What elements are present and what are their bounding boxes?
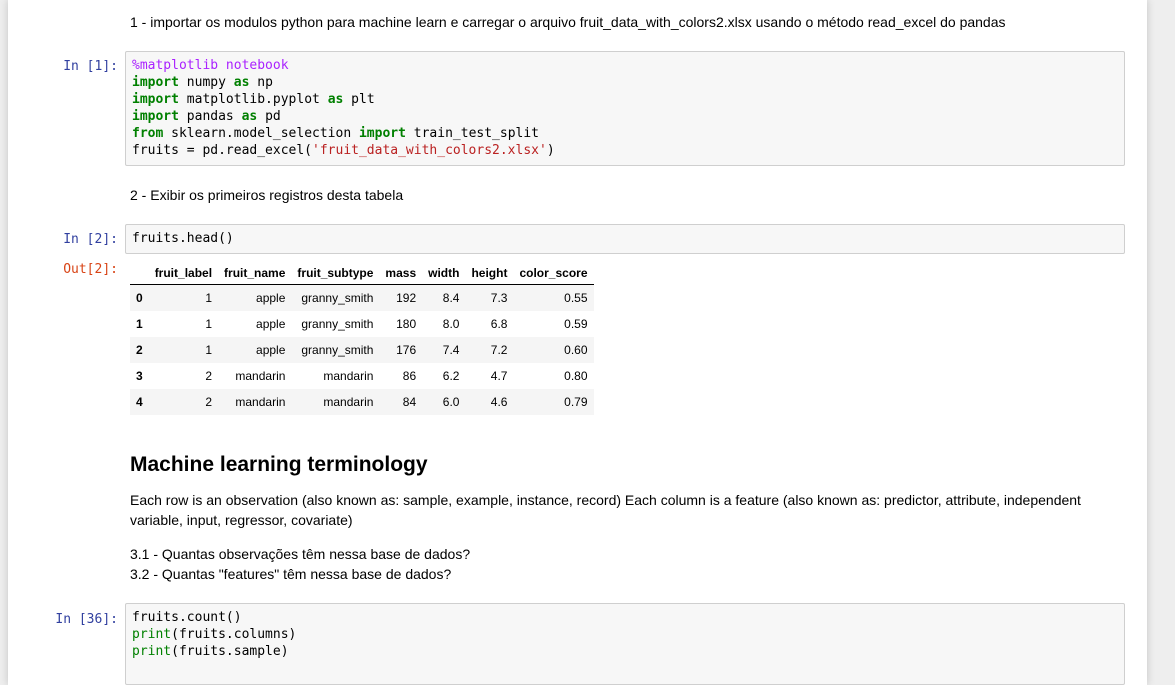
question-line: 3.2 - Quantas "features" têm nessa base … [130,566,452,582]
table-cell: mandarin [323,369,374,383]
table-cell: 1 [205,343,213,357]
table-header: color_score [513,262,594,285]
table-cell: granny_smith [301,317,374,331]
table-cell: mandarin [323,395,374,409]
code-line: from sklearn.model_selection import trai… [132,126,540,141]
table-cell: 0.60 [564,343,588,357]
table-cell: 7.2 [490,343,508,357]
table-row: 2 1 apple granny_smith 176 7.4 7.2 0.60 [130,337,594,363]
code-line: import numpy as np [132,75,273,90]
code-line: print(fruits.columns) [132,627,297,642]
markdown-cell-terminology: Each row is an observation (also known a… [130,492,1081,528]
row-index: 2 [136,343,143,357]
question-line: 3.1 - Quantas observações têm nessa base… [130,546,471,562]
markdown-cell-intro: 1 - importar os modulos python para mach… [130,14,1006,30]
table-cell: apple [256,343,286,357]
table-row: 0 1 apple granny_smith 192 8.4 7.3 0.55 [130,284,594,311]
code-cell-2[interactable]: fruits.head() [125,224,1125,254]
table-cell: 0.80 [564,369,588,383]
table-cell: 0.55 [564,291,588,305]
row-index: 0 [136,291,143,305]
table-cell: 2 [205,369,213,383]
table-cell: mandarin [235,369,286,383]
code-line: fruits.head() [132,231,234,246]
input-prompt-2: In [2]: [63,232,118,247]
table-cell: 7.4 [442,343,460,357]
table-header: height [465,262,514,285]
code-line: import matplotlib.pyplot as plt [132,92,375,107]
table-header: fruit_subtype [291,262,380,285]
dataframe-table: fruit_label fruit_name fruit_subtype mas… [130,262,594,415]
input-prompt-1: In [1]: [63,59,118,74]
table-cell: 6.0 [442,395,460,409]
table-cell: 180 [396,317,417,331]
code-cell-1[interactable]: %matplotlib notebook import numpy as np im… [125,51,1125,166]
table-row: 3 2 mandarin mandarin 86 6.2 4.7 0.80 [130,363,594,389]
row-index: 1 [136,317,143,331]
markdown-cell-head: 2 - Exibir os primeiros registros desta … [130,187,404,203]
table-cell: granny_smith [301,291,374,305]
table-cell: 8.4 [442,291,460,305]
output-prompt-2: Out[2]: [63,262,118,277]
table-cell: 1 [205,317,213,331]
row-index: 3 [136,369,143,383]
table-cell: apple [256,291,286,305]
table-cell: 6.8 [490,317,508,331]
table-header-row: fruit_label fruit_name fruit_subtype mas… [130,262,594,285]
input-prompt-36: In [36]: [55,612,118,627]
table-header: fruit_label [148,262,219,285]
table-header [130,262,149,285]
code-line: %matplotlib notebook [132,58,289,73]
code-line: fruits = pd.read_excel('fruit_data_with_… [132,143,555,158]
table-cell: 0.59 [564,317,588,331]
table-cell: 176 [396,343,417,357]
table-cell: 0.79 [564,395,588,409]
row-index: 4 [136,395,143,409]
code-line: print(fruits.sample) [132,644,289,659]
table-cell: 7.3 [490,291,508,305]
table-cell: 1 [205,291,213,305]
table-cell: 6.2 [442,369,460,383]
section-heading: Machine learning terminology [130,453,428,476]
table-cell: mandarin [235,395,286,409]
table-cell: 86 [402,369,417,383]
table-header: fruit_name [218,262,292,285]
table-cell: 192 [396,291,417,305]
table-cell: 4.6 [490,395,508,409]
table-row: 4 2 mandarin mandarin 84 6.0 4.6 0.79 [130,389,594,415]
table-header: width [422,262,466,285]
code-line: import pandas as pd [132,109,281,124]
markdown-cell-questions: 3.1 - Quantas observações têm nessa base… [130,544,470,584]
table-cell: granny_smith [301,343,374,357]
notebook-container: 1 - importar os modulos python para mach… [8,0,1147,685]
code-line: fruits.count() [132,610,242,625]
table-cell: 4.7 [490,369,508,383]
table-cell: 8.0 [442,317,460,331]
code-cell-36[interactable]: fruits.count() print(fruits.columns) print… [125,603,1125,685]
table-header: mass [379,262,423,285]
table-cell: 2 [205,395,213,409]
table-row: 1 1 apple granny_smith 180 8.0 6.8 0.59 [130,311,594,337]
table-cell: 84 [402,395,417,409]
table-cell: apple [256,317,286,331]
